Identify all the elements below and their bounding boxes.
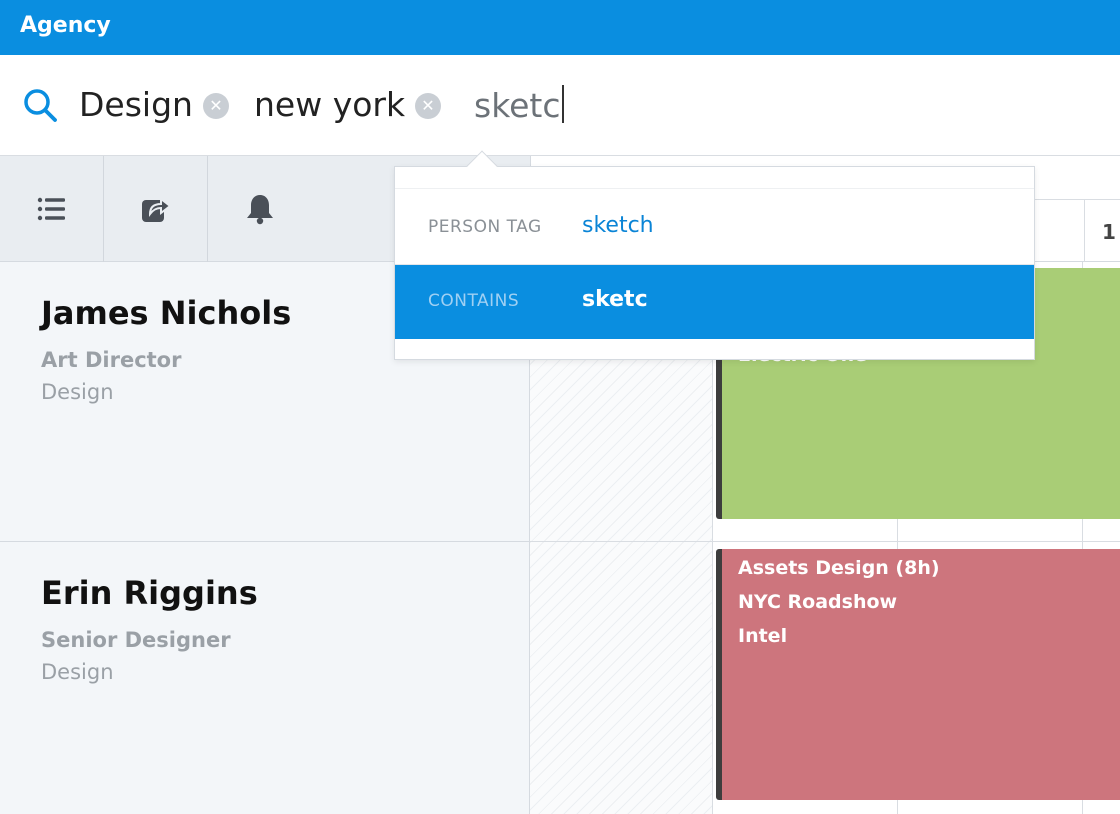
remove-token-design-icon[interactable]: ✕ (203, 93, 229, 119)
person-department: Design (41, 380, 114, 404)
suggestion-value: sketc (582, 287, 648, 312)
unavailable-hatch (530, 542, 713, 814)
dropdown-top-padding (395, 167, 1034, 189)
search-token-new-york: new york (254, 85, 406, 124)
suggestion-value: sketch (582, 213, 654, 238)
list-icon (37, 197, 65, 221)
suggestion-kind: PERSON TAG (428, 217, 542, 237)
person-role: Art Director (41, 348, 182, 372)
share-icon (141, 196, 172, 222)
assignment-client: Intel (738, 625, 788, 647)
text-caret (561, 85, 564, 123)
assignment-project: NYC Roadshow (738, 591, 898, 613)
person-role: Senior Designer (41, 628, 231, 652)
search-icon (24, 89, 57, 122)
day-divider (1084, 200, 1085, 262)
share-button[interactable] (104, 156, 208, 262)
remove-token-new-york-icon[interactable]: ✕ (415, 93, 441, 119)
search-bar[interactable]: Design ✕ new york ✕ sketc (0, 55, 1120, 156)
suggestion-contains[interactable]: CONTAINS sketc (395, 265, 1034, 339)
app-header: Agency (0, 0, 1120, 55)
search-token-design: Design (79, 85, 193, 124)
day-number: 1 (1102, 220, 1116, 244)
app-title: Agency (20, 13, 111, 38)
person-name: Erin Riggins (41, 574, 258, 612)
person-department: Design (41, 660, 114, 684)
person-row-erin-riggins[interactable]: Erin Riggins Senior Designer Design (0, 542, 530, 814)
person-name: James Nichols (41, 294, 292, 332)
assignment-block-erin[interactable]: Assets Design (8h) NYC Roadshow Intel (716, 549, 1120, 800)
row-divider (530, 541, 1120, 542)
bell-icon (247, 195, 273, 225)
suggestion-person-tag[interactable]: PERSON TAG sketch (395, 191, 1034, 265)
list-view-button[interactable] (0, 156, 104, 262)
search-suggestions-dropdown: PERSON TAG sketch CONTAINS sketc (394, 150, 1035, 360)
search-input[interactable]: sketc (474, 85, 564, 125)
notifications-button[interactable] (208, 156, 312, 262)
suggestion-kind: CONTAINS (428, 291, 520, 311)
assignment-task: Assets Design (8h) (738, 557, 940, 579)
